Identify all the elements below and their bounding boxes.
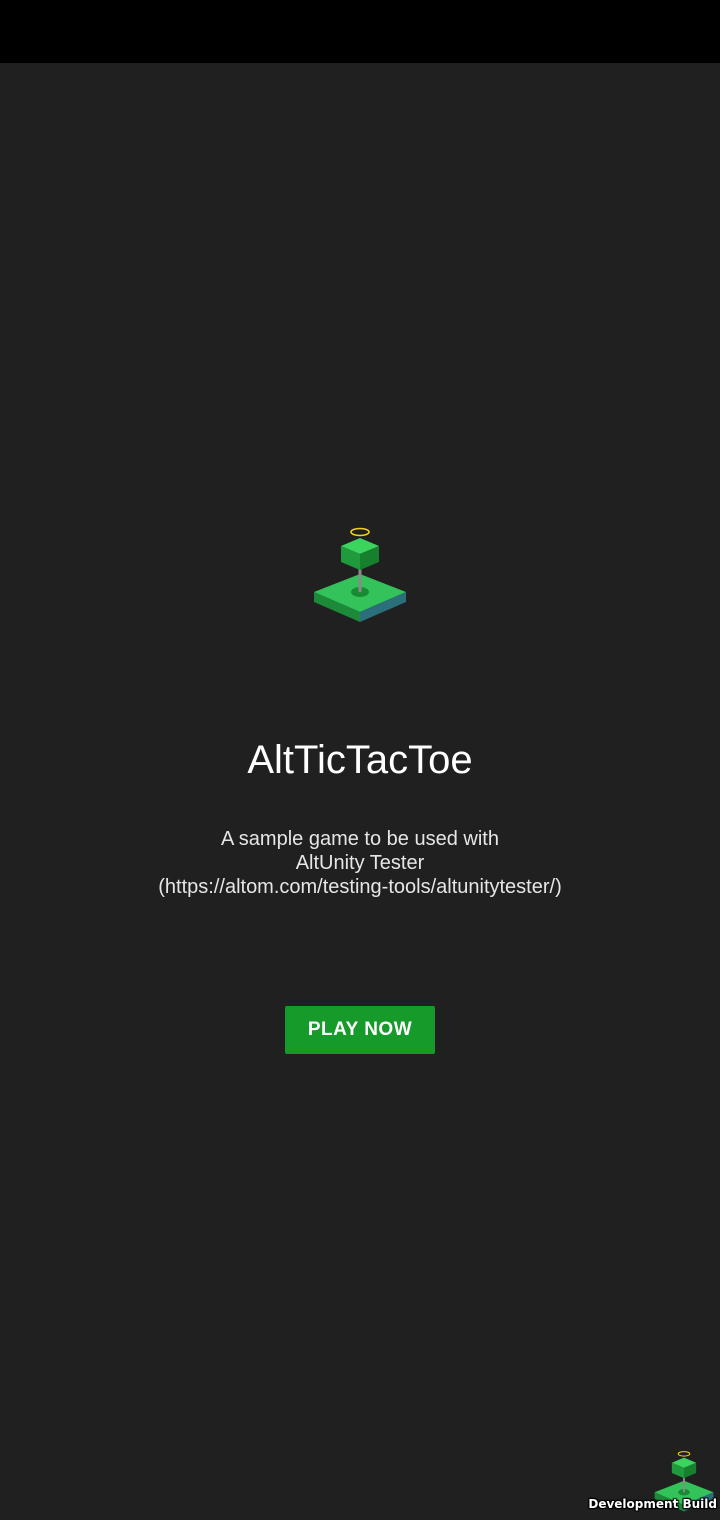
- development-build-label: Development Build: [588, 1497, 717, 1511]
- game-start-screen: [0, 63, 720, 1520]
- game-description: A sample game to be used with AltUnity T…: [0, 827, 720, 899]
- play-now-button[interactable]: PLAY NOW: [285, 1006, 435, 1054]
- description-link: (https://altom.com/testing-tools/altunit…: [158, 876, 562, 898]
- description-line: AltUnity Tester: [295, 852, 425, 874]
- game-title: AltTicTacToe: [247, 738, 473, 782]
- status-bar: [0, 0, 720, 63]
- description-line: A sample game to be used with: [221, 828, 499, 850]
- game-piece-icon: [314, 527, 406, 622]
